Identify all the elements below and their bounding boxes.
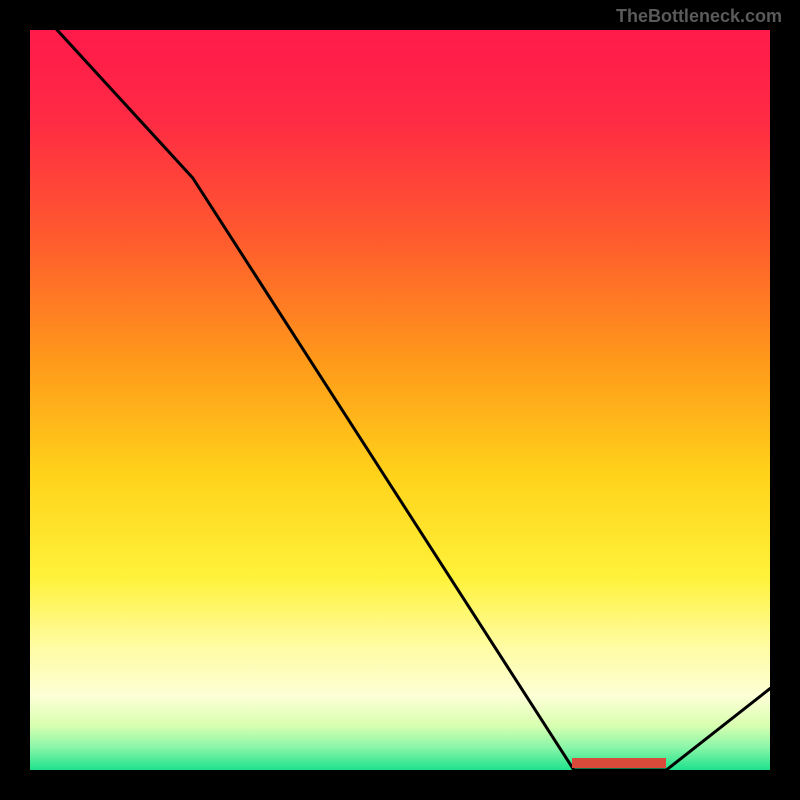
watermark-text: TheBottleneck.com xyxy=(616,6,782,27)
optimum-marker: OPTIMUM xyxy=(572,758,667,768)
chart-frame: OPTIMUM xyxy=(30,30,770,770)
plot-area: OPTIMUM xyxy=(30,30,770,770)
optimum-marker-label: OPTIMUM xyxy=(600,758,639,768)
bottleneck-curve xyxy=(30,30,770,770)
